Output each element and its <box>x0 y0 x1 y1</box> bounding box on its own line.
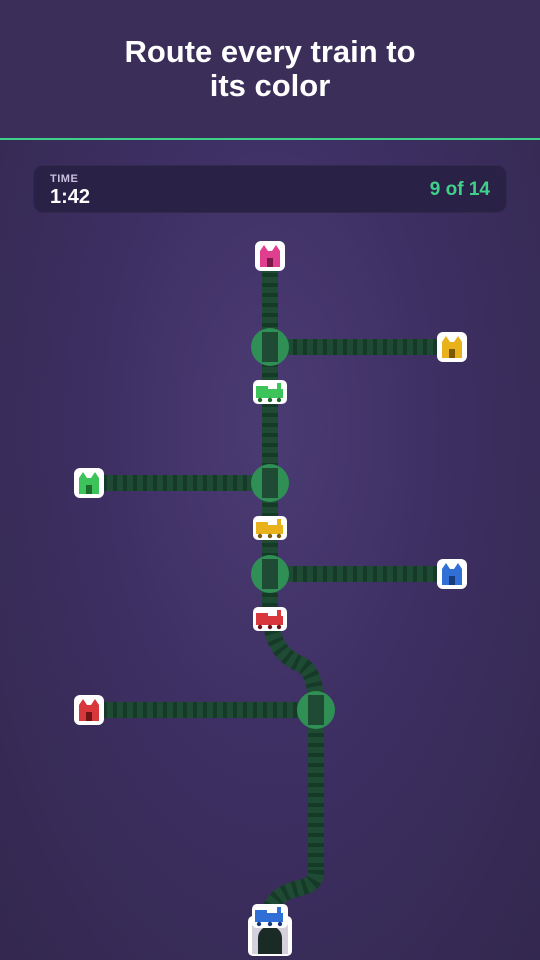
blue-station <box>437 559 467 589</box>
switch-4[interactable] <box>297 691 335 729</box>
red-train <box>253 607 287 631</box>
rail-map <box>74 241 467 956</box>
blue-train <box>252 904 288 928</box>
switch-1[interactable] <box>251 328 289 366</box>
yellow-train <box>253 516 287 540</box>
track-network <box>96 268 442 926</box>
switch-2[interactable] <box>251 464 289 502</box>
pink-station <box>255 241 285 271</box>
red-station <box>74 695 104 725</box>
green-train <box>253 380 287 404</box>
green-station <box>74 468 104 498</box>
yellow-station <box>437 332 467 362</box>
switch-3[interactable] <box>251 555 289 593</box>
